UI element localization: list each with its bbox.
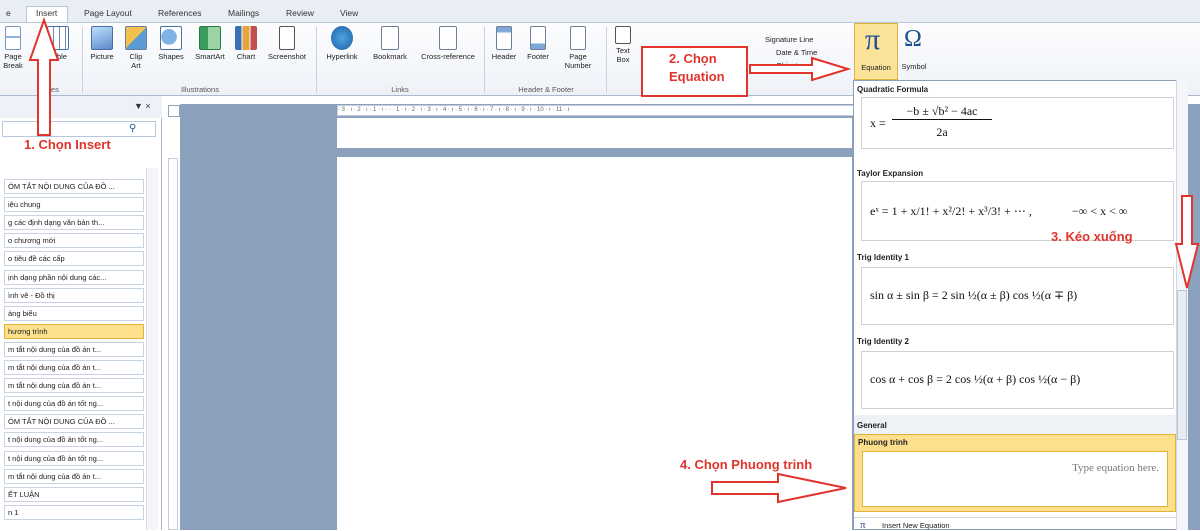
step1-arrow [28,16,60,136]
step4-arrow [711,472,847,504]
step4-label: 4. Chọn Phuong trinh [680,457,813,472]
step1-label: 1. Chọn Insert [24,137,111,152]
annotation-arrows [28,16,1200,504]
step3-label: 3. Kéo xuống [1051,229,1133,244]
step2-arrow [749,56,852,82]
step3-arrow [1174,195,1200,289]
